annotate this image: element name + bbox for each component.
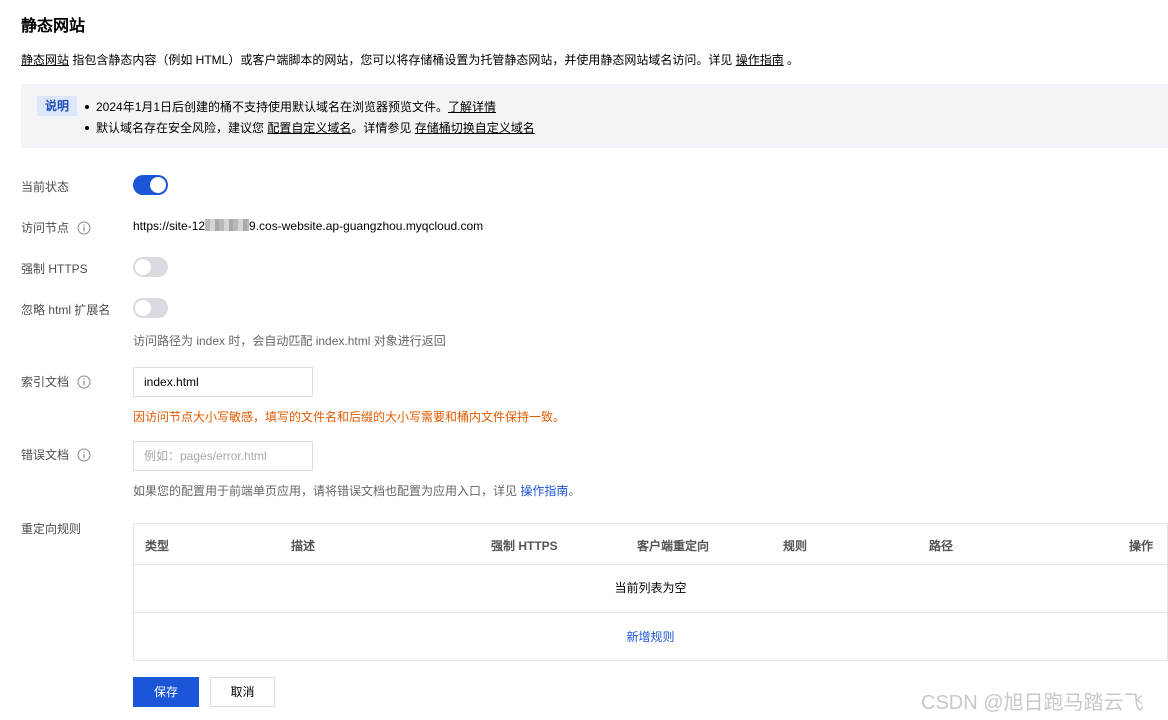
table-header: 类型 描述 强制 HTTPS 客户端重定向 规则 路径 操作 [134, 524, 1167, 565]
index-doc-label-text: 索引文档 [21, 375, 70, 389]
info-icon[interactable] [77, 221, 91, 235]
empty-list-message: 当前列表为空 [134, 565, 1167, 613]
bullet-icon [85, 104, 89, 109]
status-label: 当前状态 [21, 178, 69, 195]
index-doc-warning: 因访问节点大小写敏感，填写的文件名和后缀的大小写需要和桶内文件保持一致。 [133, 410, 566, 424]
notice-line-2-text2: 。详情参见 [351, 121, 415, 135]
save-button[interactable]: 保存 [133, 677, 199, 707]
redirect-label: 重定向规则 [21, 520, 81, 537]
col-force-https: 强制 HTTPS [491, 539, 558, 553]
page-title: 静态网站 [21, 18, 86, 35]
endpoint-url-prefix: https://site-12 [133, 219, 206, 233]
ignore-ext-label-text: 忽略 html 扩展名 [21, 303, 111, 317]
endpoint-url-suffix: 9.cos-website.ap-guangzhou.myqcloud.com [249, 219, 484, 233]
add-rule-button[interactable]: 新增规则 [134, 613, 1167, 661]
redirect-rules-table: 类型 描述 强制 HTTPS 客户端重定向 规则 路径 操作 当前列表为空 新增… [133, 523, 1168, 661]
index-doc-input[interactable] [133, 367, 313, 397]
toggle-knob [135, 259, 151, 275]
toggle-knob [135, 300, 151, 316]
force-https-label: 强制 HTTPS [21, 260, 88, 277]
error-doc-hint-suffix: 。 [568, 484, 581, 498]
status-toggle[interactable] [133, 175, 168, 195]
endpoint-label: 访问节点 [21, 219, 91, 236]
col-type: 类型 [145, 539, 170, 553]
col-actions: 操作 [1129, 539, 1154, 553]
ignore-ext-toggle[interactable] [133, 298, 168, 318]
learn-more-link[interactable]: 了解详情 [448, 100, 496, 114]
error-doc-guide-link[interactable]: 操作指南 [520, 484, 568, 498]
error-doc-hint-text: 如果您的配置用于前端单页应用，请将错误文档也配置为应用入口，详见 [133, 484, 521, 498]
notice-line-1-text: 2024年1月1日后创建的桶不支持使用默认域名在浏览器预览文件。 [96, 100, 449, 114]
notice-tag: 说明 [37, 96, 78, 116]
info-icon[interactable] [77, 375, 91, 389]
endpoint-url: https://site-12 9.cos-website.ap-guangzho… [133, 219, 483, 233]
notice-box: 说明 2024年1月1日后创建的桶不支持使用默认域名在浏览器预览文件。了解详情 … [21, 84, 1168, 148]
watermark: CSDN @旭日跑马踏云飞 [921, 692, 1144, 714]
force-https-label-text: 强制 HTTPS [21, 262, 88, 276]
redirect-label-text: 重定向规则 [21, 522, 82, 536]
ignore-ext-hint: 访问路径为 index 时，会自动匹配 index.html 对象进行返回 [133, 334, 446, 348]
ignore-ext-label: 忽略 html 扩展名 [21, 301, 110, 318]
col-rule: 规则 [783, 539, 808, 553]
switch-domain-link[interactable]: 存储桶切换自定义域名 [415, 121, 535, 135]
bullet-icon [85, 125, 89, 130]
status-label-text: 当前状态 [21, 180, 70, 194]
custom-domain-link[interactable]: 配置自定义域名 [267, 121, 351, 135]
intro-suffix: 。 [783, 53, 800, 67]
intro-text: 静态网站 指包含静态内容（例如 HTML）或客户端脚本的网站，您可以将存储桶设置… [21, 51, 799, 68]
col-client-redirect: 客户端重定向 [637, 539, 710, 553]
error-doc-hint: 如果您的配置用于前端单页应用，请将错误文档也配置为应用入口，详见 操作指南。 [133, 482, 580, 499]
static-website-link[interactable]: 静态网站 [21, 53, 69, 67]
error-doc-label: 错误文档 [21, 446, 91, 463]
col-path: 路径 [929, 539, 954, 553]
notice-line-2-text1: 默认域名存在安全风险，建议您 [96, 121, 268, 135]
notice-line-1: 2024年1月1日后创建的桶不支持使用默认域名在浏览器预览文件。了解详情 [85, 98, 496, 115]
intro-description: 指包含静态内容（例如 HTML）或客户端脚本的网站，您可以将存储桶设置为托管静态… [69, 53, 736, 67]
cancel-button[interactable]: 取消 [210, 677, 275, 707]
col-description: 描述 [291, 539, 316, 553]
index-doc-label: 索引文档 [21, 373, 91, 390]
info-icon[interactable] [77, 448, 91, 462]
guide-link[interactable]: 操作指南 [736, 53, 784, 67]
redacted-blur [205, 219, 250, 231]
toggle-knob [150, 177, 166, 193]
notice-line-2: 默认域名存在安全风险，建议您 配置自定义域名。详情参见 存储桶切换自定义域名 [85, 119, 535, 136]
error-doc-label-text: 错误文档 [21, 448, 70, 462]
error-doc-input[interactable] [133, 441, 313, 471]
endpoint-label-text: 访问节点 [21, 221, 70, 235]
force-https-toggle[interactable] [133, 257, 168, 277]
